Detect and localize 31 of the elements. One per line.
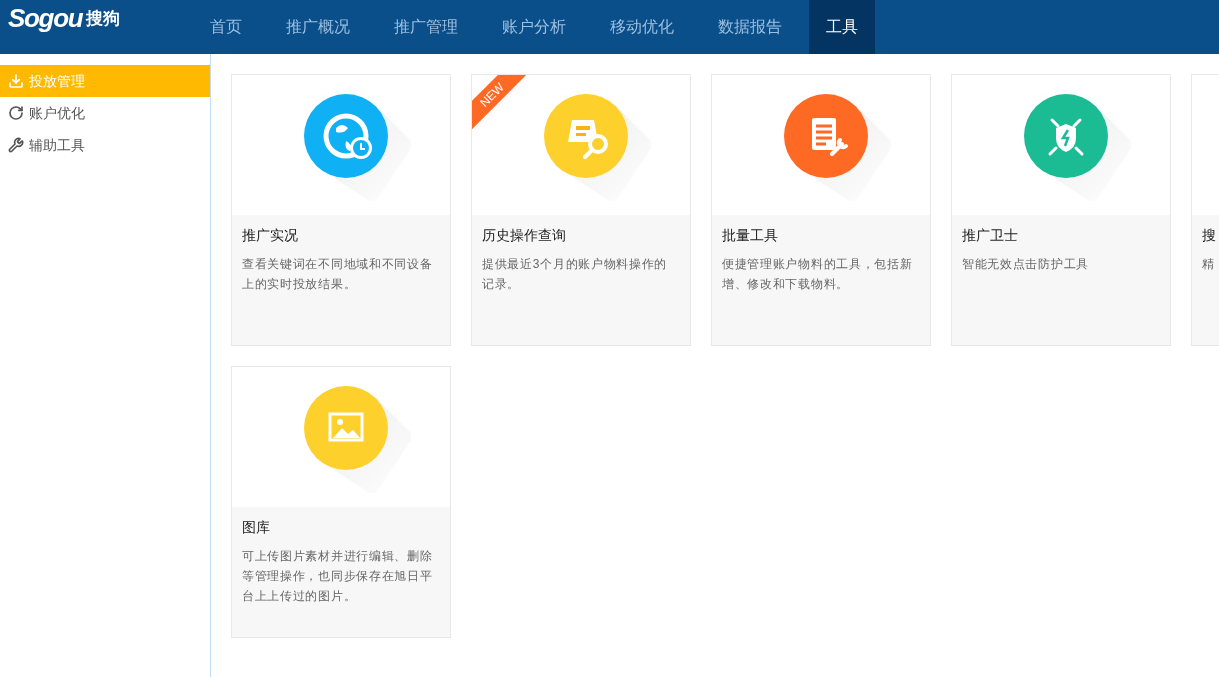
tool-card[interactable]: 推广实况 查看关键词在不同地域和不同设备上的实时投放结果。 [231,74,451,346]
card-title: 推广实况 [242,226,299,245]
sidebar-item[interactable]: 辅助工具 [0,129,210,161]
refresh-icon [8,105,24,121]
card-title: 批量工具 [722,226,779,245]
card-description: 精 [1202,256,1216,273]
logo-text: 搜狗 [86,10,121,27]
card-description: 查看关键词在不同地域和不同设备上的实时投放结果。 [242,256,434,293]
nav-tab[interactable]: 推广管理 [394,0,458,54]
card-title: 图库 [242,518,271,537]
card-title: 搜 [1202,226,1217,245]
nav-tab[interactable]: 推广概况 [286,0,350,54]
card-title: 历史操作查询 [482,226,567,245]
tool-card[interactable]: 推广卫士 智能无效点击防护工具 [951,74,1171,346]
nav-tab[interactable]: 移动优化 [610,0,674,54]
nav-tab[interactable]: 数据报告 [718,0,782,54]
wrench-icon [8,137,24,153]
card-description: 便捷管理账户物料的工具，包括新增、修改和下载物料。 [722,256,914,293]
tool-card[interactable]: 搜 精 [1191,74,1219,346]
sidebar-item[interactable]: 账户优化 [0,97,210,129]
nav-tab[interactable]: 账户分析 [502,0,566,54]
nav-tab[interactable]: 工具 [809,0,875,54]
download-icon [8,73,24,89]
card-description: 提供最近3个月的账户物料操作的记录。 [482,256,669,293]
card-description: 智能无效点击防护工具 [962,256,1090,273]
tool-card[interactable]: 图库 可上传图片素材并进行编辑、删除等管理操作，也同步保存在旭日平台上上传过的图片。 [231,366,451,638]
tool-card[interactable]: 批量工具 便捷管理账户物料的工具，包括新增、修改和下载物料。 [711,74,931,346]
nav-tab[interactable]: 首页 [210,0,242,54]
card-description: 可上传图片素材并进行编辑、删除等管理操作，也同步保存在旭日平台上上传过的图片。 [242,548,434,605]
card-title: 推广卫士 [962,226,1019,245]
logo: Sogou [8,5,83,31]
